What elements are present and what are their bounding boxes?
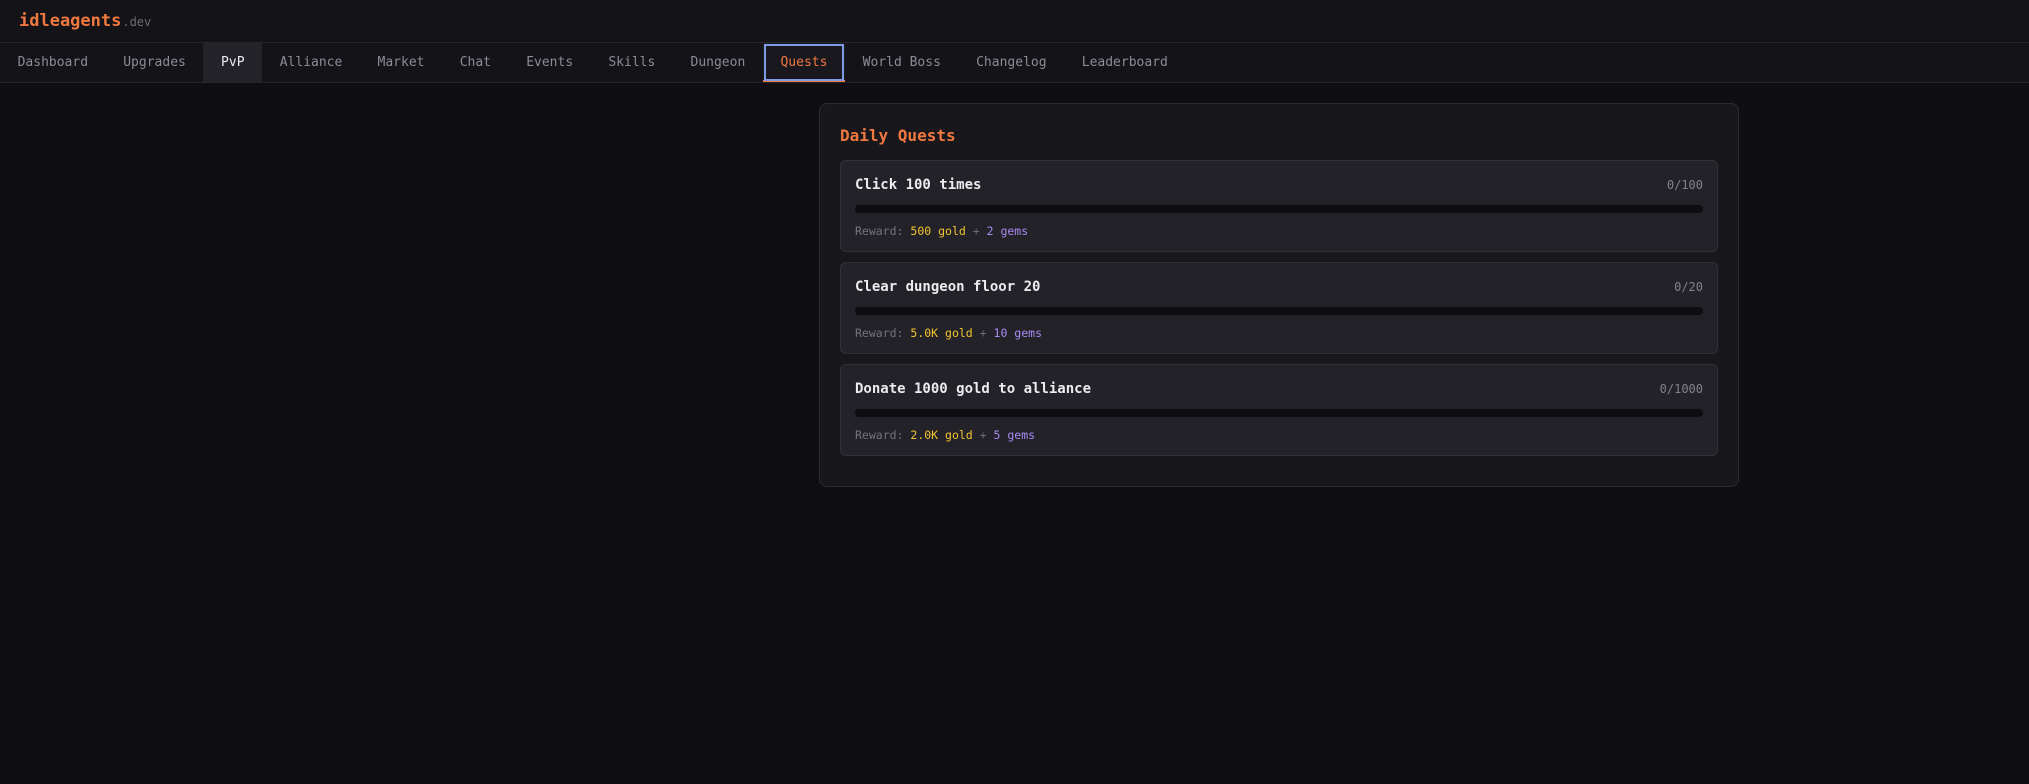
tab-label: Alliance [279,55,343,70]
quest-title: Clear dungeon floor 20 [855,279,1041,295]
panel-title: Daily Quests [840,126,956,145]
reward-gems: 10 gems [993,326,1042,340]
tab-label: Changelog [976,55,1047,70]
tab-leaderboard[interactable]: Leaderboard [1064,43,1185,82]
tab-label: PvP [221,55,245,70]
reward-gold: 5.0K gold [910,326,973,340]
tab-changelog[interactable]: Changelog [959,43,1065,82]
quest-progress-bar [855,409,1703,417]
tab-label: Market [377,55,425,70]
tab-label: Quests [780,55,828,70]
quest-progress-count: 0/100 [1666,178,1703,192]
reward-label: Reward: [855,326,904,340]
quest-reward: Reward: 500 gold + 2 gems [855,224,1703,238]
quest-progress-count: 0/20 [1674,280,1703,294]
tab-market[interactable]: Market [360,43,442,82]
reward-plus: + [979,428,987,442]
tab-skills[interactable]: Skills [591,43,673,82]
quest-reward: Reward: 2.0K gold + 5 gems [855,428,1703,442]
quest-card: Click 100 times 0/100 Reward: 500 gold +… [840,160,1718,252]
quest-card: Clear dungeon floor 20 0/20 Reward: 5.0K… [840,262,1718,354]
tab-world-boss[interactable]: World Boss [845,43,958,82]
quest-title: Donate 1000 gold to alliance [855,381,1092,397]
tab-events[interactable]: Events [509,43,591,82]
reward-label: Reward: [855,224,904,238]
tab-label: Dungeon [690,55,746,70]
quest-progress-bar [855,205,1703,213]
tab-label: Dashboard [17,55,89,70]
tab-label: World Boss [862,55,941,70]
daily-quests-panel: Daily Quests Click 100 times 0/100 Rewar… [819,103,1739,487]
tab-pvp[interactable]: PvP [203,43,263,82]
tab-chat[interactable]: Chat [442,43,509,82]
reward-gold: 500 gold [910,224,966,238]
quest-header: Donate 1000 gold to alliance 0/1000 [855,379,1703,399]
tab-alliance[interactable]: Alliance [262,43,360,82]
tab-label: Upgrades [123,55,186,70]
logo-domain-suffix: .dev [122,15,152,29]
logo-text[interactable]: idleagents [19,11,121,31]
tab-upgrades[interactable]: Upgrades [106,43,204,82]
quest-progress-bar [855,307,1703,315]
reward-label: Reward: [855,428,904,442]
quest-header: Clear dungeon floor 20 0/20 [855,277,1703,297]
reward-plus: + [979,326,987,340]
reward-gems: 2 gems [986,224,1029,238]
tab-dashboard[interactable]: Dashboard [0,43,106,82]
tab-label: Chat [459,55,491,70]
main-nav: Dashboard Upgrades PvP Alliance Market C… [0,43,2029,83]
reward-gems: 5 gems [993,428,1036,442]
tab-label: Events [526,55,574,70]
top-bar: idleagents .dev [0,0,2029,43]
quest-title: Click 100 times [855,177,982,193]
tab-quests[interactable]: Quests [762,43,846,82]
quest-progress-count: 0/1000 [1659,382,1703,396]
quest-card: Donate 1000 gold to alliance 0/1000 Rewa… [840,364,1718,456]
tab-label: Leaderboard [1081,55,1168,70]
reward-gold: 2.0K gold [910,428,973,442]
tab-dungeon[interactable]: Dungeon [673,43,763,82]
reward-plus: + [972,224,980,238]
tab-label: Skills [608,55,656,70]
quest-reward: Reward: 5.0K gold + 10 gems [855,326,1703,340]
quest-header: Click 100 times 0/100 [855,175,1703,195]
